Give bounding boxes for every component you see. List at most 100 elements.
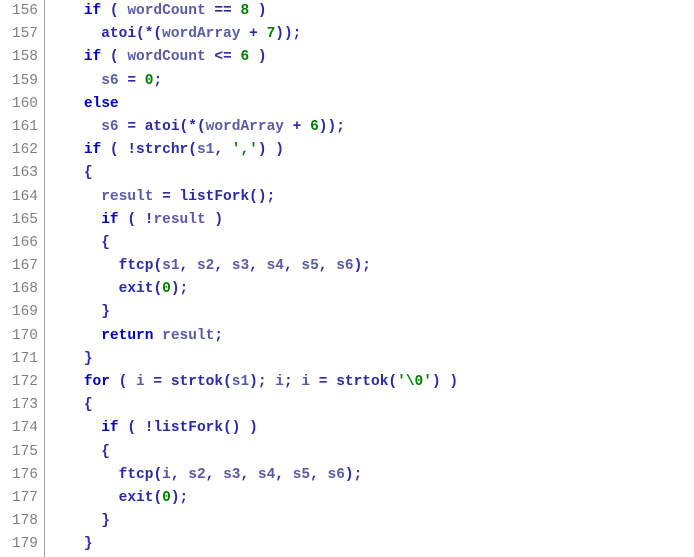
token-id: s1 [197, 142, 214, 158]
token-fn: strtok [336, 374, 388, 390]
code-line: { [49, 232, 458, 255]
token-punc: ( [223, 374, 232, 390]
token-punc: ( ! [119, 212, 154, 228]
code-line: if ( !result ) [49, 209, 458, 232]
line-number: 160 [0, 93, 42, 116]
token-punc: { [84, 397, 93, 413]
token-punc: ( [101, 49, 127, 65]
token-fn: ftcp [119, 258, 154, 274]
token-num: 6 [310, 119, 319, 135]
token-num: 0 [162, 281, 171, 297]
token-id: wordArray [162, 26, 240, 42]
token-id: i [162, 467, 171, 483]
token-punc: , [214, 142, 231, 158]
token-punc: ) [249, 3, 266, 19]
token-id: s3 [232, 258, 249, 274]
token-punc: ( [153, 258, 162, 274]
code-line: result = listFork(); [49, 186, 458, 209]
token-punc: ( [153, 490, 162, 506]
code-line: if ( wordCount == 8 ) [49, 0, 458, 23]
token-punc: ( [110, 374, 136, 390]
line-number: 156 [0, 0, 42, 23]
line-number: 157 [0, 23, 42, 46]
token-punc: , [275, 467, 292, 483]
token-kw: if [101, 420, 118, 436]
code-line: { [49, 394, 458, 417]
code-line: if ( !strchr(s1, ',') ) [49, 139, 458, 162]
line-number: 166 [0, 232, 42, 255]
token-num: 7 [267, 26, 276, 42]
line-number: 172 [0, 371, 42, 394]
code-line: ftcp(i, s2, s3, s4, s5, s6); [49, 464, 458, 487]
token-op: = [145, 374, 171, 390]
token-punc: ) [249, 49, 266, 65]
token-punc: , [180, 258, 197, 274]
token-punc [153, 328, 162, 344]
line-number: 164 [0, 186, 42, 209]
token-punc: } [101, 513, 110, 529]
code-line: s6 = atoi(*(wordArray + 6)); [49, 116, 458, 139]
line-number: 179 [0, 533, 42, 556]
token-kw: if [84, 3, 101, 19]
token-kw: for [84, 374, 110, 390]
token-punc: (); [249, 189, 275, 205]
token-punc: ) [206, 212, 223, 228]
line-number: 176 [0, 464, 42, 487]
line-number: 163 [0, 162, 42, 185]
token-punc: ( [153, 467, 162, 483]
code-line: } [49, 510, 458, 533]
token-id: i [301, 374, 310, 390]
token-fn: exit [119, 490, 154, 506]
token-punc: , [310, 467, 327, 483]
token-punc: ); [171, 281, 188, 297]
token-punc: ); [249, 374, 275, 390]
token-id: s5 [301, 258, 318, 274]
token-op: <= [206, 49, 241, 65]
token-punc: ); [171, 490, 188, 506]
token-id: wordArray [206, 119, 284, 135]
token-kw: if [84, 142, 101, 158]
line-number: 165 [0, 209, 42, 232]
token-id: s4 [258, 467, 275, 483]
token-punc: ( [153, 281, 162, 297]
token-kw: if [101, 212, 118, 228]
token-char: '\0' [397, 374, 432, 390]
token-kw: if [84, 49, 101, 65]
token-punc: ; [153, 73, 162, 89]
token-num: 8 [240, 3, 249, 19]
token-punc: { [101, 235, 110, 251]
token-punc: , [171, 467, 188, 483]
code-line: } [49, 301, 458, 324]
token-kw: return [101, 328, 153, 344]
token-punc: , [319, 258, 336, 274]
token-punc: ( [388, 374, 397, 390]
token-punc: (*( [136, 26, 162, 42]
token-punc: , [214, 258, 231, 274]
line-number-gutter: 1561571581591601611621631641651661671681… [0, 0, 45, 557]
token-punc: , [240, 467, 257, 483]
token-punc: )); [319, 119, 345, 135]
token-fn: ftcp [119, 467, 154, 483]
token-punc: , [249, 258, 266, 274]
line-number: 170 [0, 325, 42, 348]
token-punc: ); [354, 258, 371, 274]
token-punc: { [84, 165, 93, 181]
token-op: == [206, 3, 241, 19]
token-fn: atoi [145, 119, 180, 135]
code-line: atoi(*(wordArray + 7)); [49, 23, 458, 46]
token-id: s6 [336, 258, 353, 274]
token-punc: )); [275, 26, 301, 42]
token-punc: , [206, 467, 223, 483]
token-fn: strtok [171, 374, 223, 390]
token-id: s2 [197, 258, 214, 274]
token-punc: ) ) [432, 374, 458, 390]
line-number: 174 [0, 417, 42, 440]
line-number: 178 [0, 510, 42, 533]
token-punc: , [284, 258, 301, 274]
code-line: else [49, 93, 458, 116]
line-number: 158 [0, 46, 42, 69]
token-id: s1 [232, 374, 249, 390]
code-line: { [49, 441, 458, 464]
token-num: 0 [162, 490, 171, 506]
token-char: ',' [232, 142, 258, 158]
